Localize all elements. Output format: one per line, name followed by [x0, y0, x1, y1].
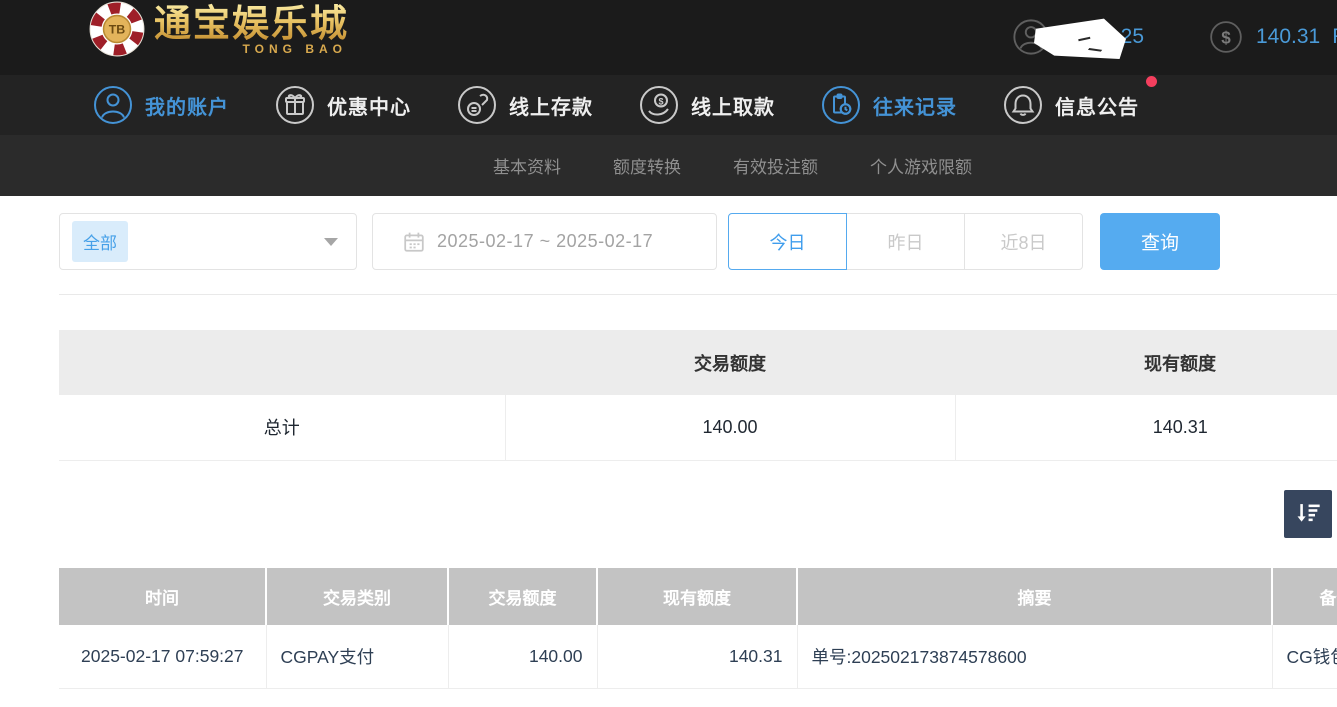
records-header-current-balance: 现有额度 — [597, 568, 797, 625]
table-row: 2025-02-17 07:59:27 CGPAY支付 140.00 140.3… — [59, 625, 1337, 688]
username: 25 — [1050, 15, 1144, 59]
sort-descending-icon — [1294, 500, 1322, 528]
selected-category-tag[interactable]: 全部 — [72, 221, 128, 262]
gift-icon — [275, 85, 315, 125]
page: TB 通宝娱乐城 TONG BAO 25 $ — [0, 0, 1337, 707]
user-account[interactable]: 25 — [1012, 15, 1144, 59]
category-select[interactable]: 全部 — [59, 213, 357, 270]
brand-subtitle: TONG BAO — [243, 42, 347, 56]
calendar-icon — [403, 231, 425, 253]
nav-label: 线上存款 — [509, 91, 593, 120]
brand-logo[interactable]: TB 通宝娱乐城 TONG BAO — [88, 0, 349, 58]
records-header-row: 时间 交易类别 交易额度 现有额度 摘要 备注 — [59, 568, 1337, 625]
record-summary: 单号:202502173874578600 — [797, 625, 1272, 688]
quick-range-today[interactable]: 今日 — [728, 213, 847, 270]
summary-header-current-balance: 现有额度 — [955, 330, 1337, 395]
subnav-item-game-limits[interactable]: 个人游戏限额 — [870, 153, 972, 178]
deposit-icon — [457, 85, 497, 125]
record-type: CGPAY支付 — [266, 625, 448, 688]
subnav-item-credit-transfer[interactable]: 额度转换 — [613, 153, 681, 178]
summary-total-row: 总计 140.00 140.31 — [59, 395, 1337, 460]
nav-label: 往来记录 — [873, 91, 957, 120]
summary-header-row: 交易额度 现有额度 — [59, 330, 1337, 395]
balance-suffix: R — [1332, 25, 1337, 49]
search-button[interactable]: 查询 — [1100, 213, 1220, 270]
nav-item-transaction-records[interactable]: 往来记录 — [821, 85, 957, 125]
summary-table: 交易额度 现有额度 总计 140.00 140.31 — [59, 330, 1337, 461]
records-table: 时间 交易类别 交易额度 现有额度 摘要 备注 2025-02-17 07:59… — [59, 568, 1337, 689]
quick-range-group: 今日 昨日 近8日 — [728, 213, 1083, 270]
summary-total-transaction-amount: 140.00 — [505, 395, 955, 460]
main-nav: 我的账户 优惠中心 线上存款 $ 线上取款 — [0, 75, 1337, 135]
nav-label: 优惠中心 — [327, 91, 411, 120]
nav-item-announcements[interactable]: 信息公告 — [1003, 85, 1139, 125]
chevron-down-icon — [324, 238, 338, 246]
record-time: 2025-02-17 07:59:27 — [59, 625, 266, 688]
balance[interactable]: $ 140.31 R — [1208, 15, 1337, 59]
subnav-item-basic-info[interactable]: 基本资料 — [493, 153, 561, 178]
content: 全部 2025-02-17 ~ 2025-02-17 今日 昨日 近8日 查询 — [0, 196, 1337, 707]
quick-range-yesterday[interactable]: 昨日 — [846, 213, 965, 270]
brand-title: 通宝娱乐城 — [154, 0, 349, 48]
records-header-type: 交易类别 — [266, 568, 448, 625]
summary-total-current-balance: 140.31 — [955, 395, 1337, 460]
quick-range-last8days[interactable]: 近8日 — [964, 213, 1083, 270]
nav-item-withdraw[interactable]: $ 线上取款 — [639, 85, 775, 125]
summary-total-label: 总计 — [59, 395, 505, 460]
divider — [59, 294, 1337, 295]
summary-header-empty — [59, 330, 505, 395]
nav-item-promotions[interactable]: 优惠中心 — [275, 85, 411, 125]
notification-badge-dot — [1146, 76, 1157, 87]
nav-item-deposit[interactable]: 线上存款 — [457, 85, 593, 125]
svg-text:$: $ — [1221, 28, 1231, 47]
date-range-input[interactable]: 2025-02-17 ~ 2025-02-17 — [372, 213, 717, 270]
records-header-transaction-amount: 交易额度 — [448, 568, 597, 625]
date-range-value: 2025-02-17 ~ 2025-02-17 — [437, 231, 653, 252]
nav-label: 我的账户 — [145, 91, 229, 120]
record-note: CG钱包 — [1272, 625, 1337, 688]
nav-item-my-account[interactable]: 我的账户 — [93, 85, 229, 125]
balance-amount: 140.31 — [1256, 25, 1320, 49]
svg-text:TB: TB — [109, 23, 126, 37]
nav-label: 线上取款 — [691, 91, 775, 120]
records-header-summary: 摘要 — [797, 568, 1272, 625]
nav-label: 信息公告 — [1055, 91, 1139, 120]
sort-button[interactable] — [1284, 490, 1332, 538]
records-header-note: 备注 — [1272, 568, 1337, 625]
svg-text:$: $ — [658, 97, 663, 107]
records-icon — [821, 85, 861, 125]
topbar: TB 通宝娱乐城 TONG BAO 25 $ — [0, 0, 1337, 75]
withdraw-icon: $ — [639, 85, 679, 125]
summary-header-transaction-amount: 交易额度 — [505, 330, 955, 395]
poker-chip-icon: TB — [88, 0, 146, 58]
sub-nav: 基本资料 额度转换 有效投注额 个人游戏限额 — [0, 135, 1337, 196]
subnav-item-valid-bets[interactable]: 有效投注额 — [733, 153, 818, 178]
brand-text: 通宝娱乐城 TONG BAO — [154, 0, 349, 48]
bell-icon — [1003, 85, 1043, 125]
dollar-icon: $ — [1208, 19, 1244, 55]
record-current-balance: 140.31 — [597, 625, 797, 688]
username-visible-text: 25 — [1121, 25, 1144, 49]
record-transaction-amount: 140.00 — [448, 625, 597, 688]
records-header-time: 时间 — [59, 568, 266, 625]
user-icon — [93, 85, 133, 125]
